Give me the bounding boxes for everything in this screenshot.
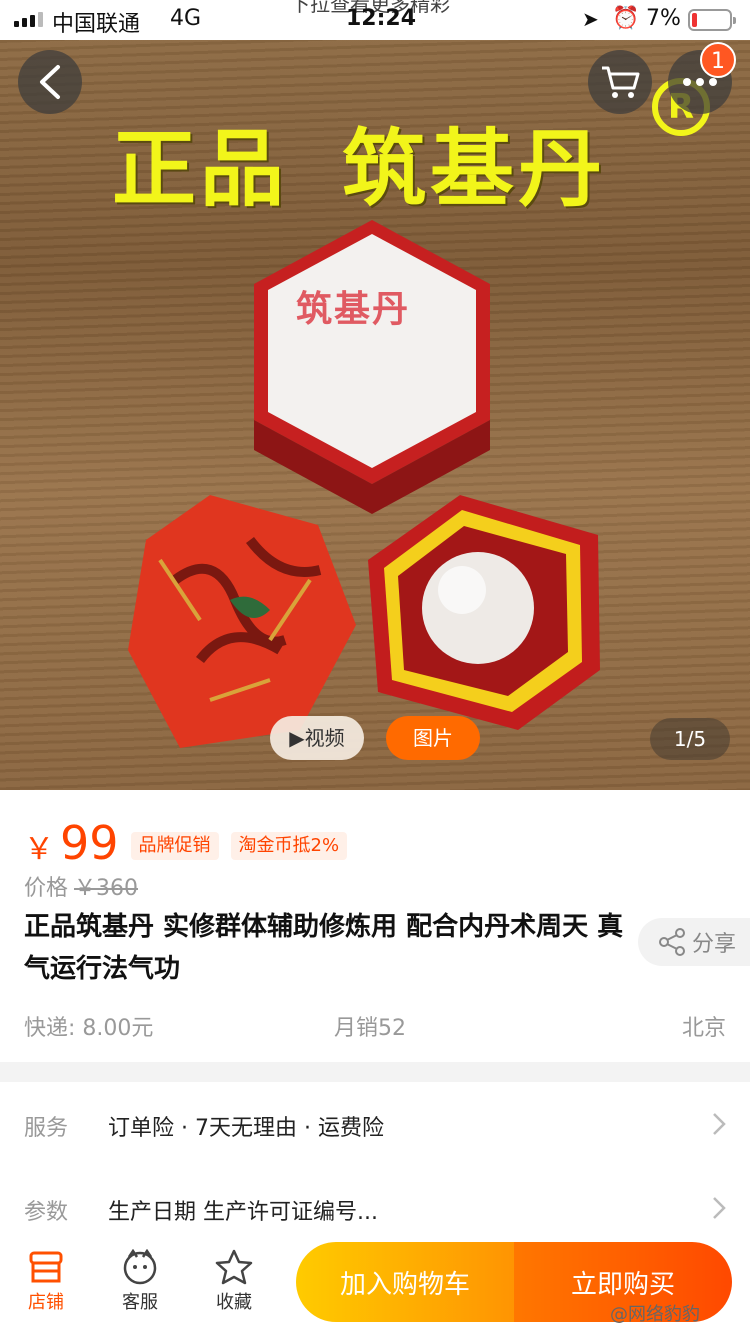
monthly-sales: 月销52 bbox=[334, 1016, 406, 1041]
share-label: 分享 bbox=[692, 932, 737, 957]
cart-icon bbox=[602, 66, 640, 98]
store-label: 店铺 bbox=[28, 1292, 64, 1313]
lid-label: 筑基丹 bbox=[296, 288, 411, 330]
shipping-fee: 快递: 8.00元 bbox=[24, 1016, 154, 1041]
service-value: 订单险 · 7天无理由 · 运费险 bbox=[108, 1116, 384, 1141]
star-icon bbox=[215, 1249, 253, 1285]
chevron-left-icon bbox=[40, 65, 60, 99]
headline-right-text: 筑基丹 bbox=[342, 119, 607, 218]
battery-percent: 7% bbox=[646, 6, 681, 31]
original-price-label: 价格 bbox=[24, 876, 69, 901]
price: 99 bbox=[60, 816, 119, 870]
photo-tab[interactable]: 图片 bbox=[386, 716, 480, 760]
chevron-right-icon bbox=[713, 1113, 726, 1135]
battery-icon bbox=[688, 9, 736, 31]
customer-service-tab[interactable]: 客服 bbox=[100, 1246, 180, 1314]
params-label: 参数 bbox=[24, 1200, 69, 1225]
cart-count-badge: 1 bbox=[700, 42, 736, 78]
back-button[interactable] bbox=[18, 50, 82, 114]
product-title: 正品筑基丹 实修群体辅助修炼用 配合内丹术周天 真气运行法气功 bbox=[24, 912, 624, 984]
store-tab[interactable]: 店铺 bbox=[6, 1246, 86, 1314]
headline-left-text: 正品 bbox=[112, 119, 289, 218]
status-bar: 中国联通 4G 下拉查看更多精彩 12:24 ➤ ⏰ 7% bbox=[0, 0, 750, 40]
favorite-label: 收藏 bbox=[216, 1292, 252, 1313]
price-row: ￥ 99 品牌促销 淘金币抵2% bbox=[24, 816, 348, 870]
original-price: ￥360 bbox=[74, 876, 139, 901]
product-image-carousel[interactable]: 正品筑基丹 R 筑基丹 bbox=[0, 40, 750, 790]
more-dots-icon bbox=[683, 78, 717, 86]
service-label: 服务 bbox=[24, 1116, 69, 1141]
coin-tag: 淘金币抵2% bbox=[230, 832, 348, 860]
service-row[interactable]: 服务 订单险 · 7天无理由 · 运费险 bbox=[0, 1084, 750, 1168]
location-arrow-icon: ➤ bbox=[582, 7, 599, 31]
product-info: ￥ 99 品牌促销 淘金币抵2% 价格 ￥360 正品筑基丹 实修群体辅助修炼用 … bbox=[0, 790, 750, 1062]
store-icon bbox=[29, 1251, 63, 1283]
customer-service-label: 客服 bbox=[122, 1292, 158, 1313]
cart-button[interactable] bbox=[588, 50, 652, 114]
original-price-row: 价格 ￥360 bbox=[24, 870, 138, 902]
share-icon bbox=[659, 928, 685, 956]
network-type: 4G bbox=[170, 6, 202, 31]
image-page-indicator: 1/5 bbox=[650, 718, 730, 760]
alarm-icon: ⏰ bbox=[612, 6, 640, 31]
ship-from-location: 北京 bbox=[681, 1016, 726, 1041]
add-to-cart-button[interactable]: 加入购物车 bbox=[296, 1242, 514, 1322]
promo-tag: 品牌促销 bbox=[130, 832, 219, 860]
carrier-name: 中国联通 bbox=[52, 12, 141, 37]
favorite-tab[interactable]: 收藏 bbox=[194, 1246, 274, 1314]
watermark: @网络豹豹 bbox=[610, 1304, 700, 1325]
currency-symbol: ￥ bbox=[24, 832, 54, 867]
params-value: 生产日期 生产许可证编号... bbox=[108, 1200, 378, 1225]
product-detail-page: 中国联通 4G 下拉查看更多精彩 12:24 ➤ ⏰ 7% 正品 筑基丹 筑基丹… bbox=[0, 0, 750, 1334]
chevron-right-icon bbox=[713, 1197, 726, 1219]
section-divider bbox=[0, 1062, 750, 1082]
clock: 12:24 bbox=[346, 6, 417, 31]
video-tab[interactable]: ▶视频 bbox=[270, 716, 364, 760]
promo-headline: 正品 筑基丹 bbox=[112, 102, 606, 223]
share-button[interactable]: 分享 bbox=[638, 918, 750, 966]
signal-icon bbox=[14, 12, 43, 27]
chat-face-icon bbox=[123, 1249, 157, 1285]
